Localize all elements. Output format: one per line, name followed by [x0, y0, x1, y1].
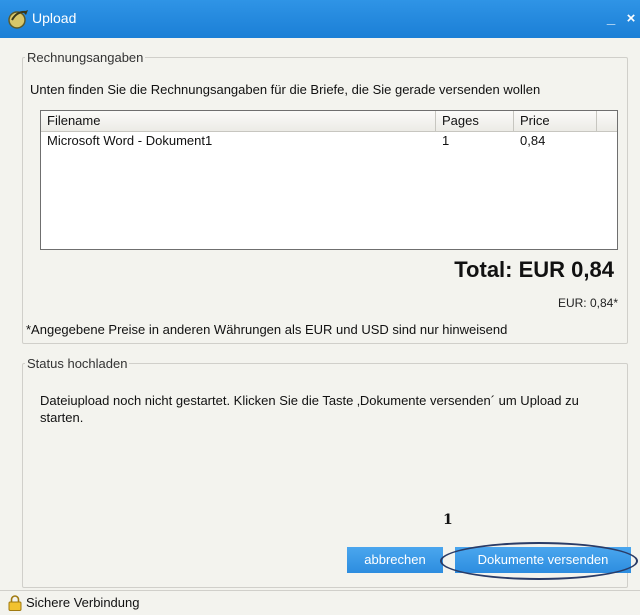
- secure-connection-label: Sichere Verbindung: [26, 595, 140, 610]
- status-message: Dateiupload noch nicht gestartet. Klicke…: [40, 393, 579, 425]
- table-header: Filename Pages Price: [41, 111, 617, 132]
- file-table[interactable]: Filename Pages Price Microsoft Word - Do…: [40, 110, 618, 250]
- status-legend: Status hochladen: [27, 356, 128, 371]
- column-header-filename[interactable]: Filename: [41, 111, 436, 131]
- cancel-button[interactable]: abbrechen: [347, 547, 443, 573]
- cell-filename: Microsoft Word - Dokument1: [47, 133, 213, 148]
- cell-price: 0,84: [520, 133, 546, 148]
- close-button[interactable]: ×: [622, 8, 640, 30]
- lock-icon: [8, 595, 22, 611]
- column-header-filler: [597, 111, 617, 131]
- window-title: Upload: [32, 10, 77, 26]
- annotation-highlight-ellipse: [440, 542, 638, 580]
- table-row[interactable]: Microsoft Word - Dokument1 1 0,84: [41, 132, 617, 150]
- upload-window: Upload _ × Rechnungsangaben Unten finden…: [0, 0, 640, 615]
- total-amount: Total: EUR 0,84: [454, 257, 614, 282]
- invoice-description: Unten finden Sie die Rechnungsangaben fü…: [30, 82, 541, 97]
- column-header-pages[interactable]: Pages: [436, 111, 514, 131]
- minimize-button[interactable]: _: [603, 8, 619, 30]
- app-icon: [8, 10, 28, 29]
- status-bar: Sichere Verbindung: [0, 590, 640, 615]
- column-header-price[interactable]: Price: [514, 111, 597, 131]
- eur-amount: EUR: 0,84*: [557, 296, 618, 310]
- currency-footnote: *Angegebene Preise in anderen Währungen …: [26, 322, 508, 337]
- title-bar[interactable]: Upload _ ×: [0, 0, 640, 38]
- annotation-step-number: 1: [443, 512, 453, 528]
- invoice-legend: Rechnungsangaben: [27, 50, 144, 65]
- cell-pages: 1: [442, 133, 450, 148]
